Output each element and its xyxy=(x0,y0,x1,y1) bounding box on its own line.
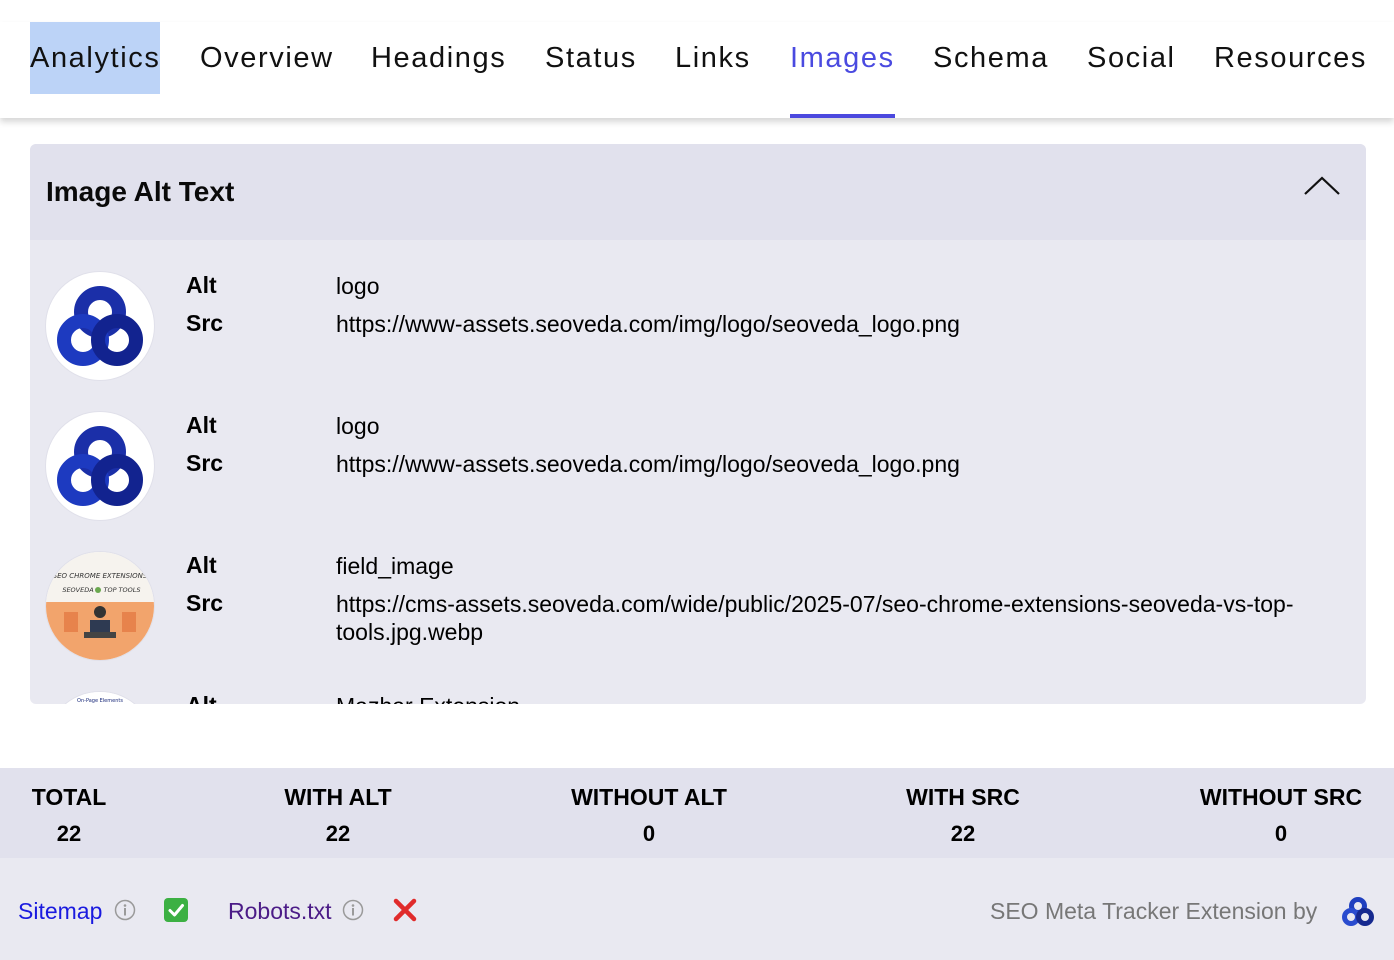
stat-with-alt: WITH ALT 22 xyxy=(281,784,395,847)
stat-value: 0 xyxy=(1274,821,1288,846)
info-icon[interactable] xyxy=(114,899,136,921)
stat-label: WITHOUT SRC xyxy=(1199,784,1363,810)
tab-analytics[interactable]: Analytics xyxy=(30,22,161,94)
stat-value: 0 xyxy=(642,821,656,846)
tab-images[interactable]: Images xyxy=(790,22,895,118)
image-thumbnail: On-Page Elements xyxy=(46,692,154,704)
alt-value: logo xyxy=(336,273,380,299)
sitemap-link[interactable]: Sitemap xyxy=(18,898,102,925)
alt-value: logo xyxy=(336,413,380,439)
stat-label: WITH SRC xyxy=(906,784,1020,810)
stat-value: 22 xyxy=(325,821,351,846)
seoveda-logo-icon xyxy=(57,426,143,506)
image-thumbnail: SEO CHROME EXTENSIONS SEOVEDA TOP TOOLS xyxy=(46,552,154,660)
partial-thumbnail-icon: On-Page Elements xyxy=(46,692,154,704)
stat-total: TOTAL 22 xyxy=(30,784,108,847)
thumb-caption: SEOVEDA xyxy=(62,586,93,594)
panel-title: Image Alt Text xyxy=(46,176,235,207)
stat-label: WITH ALT xyxy=(284,784,392,810)
image-row: Alt logo Src https://www-assets.seoveda.… xyxy=(30,272,1366,412)
robots-txt-link[interactable]: Robots.txt xyxy=(228,898,332,925)
image-thumbnail xyxy=(46,272,154,380)
article-illustration-icon: SEO CHROME EXTENSIONS SEOVEDA TOP TOOLS xyxy=(46,552,154,660)
check-mark-icon xyxy=(164,898,188,922)
info-icon[interactable] xyxy=(342,899,364,921)
alt-value: Mazhar Extension xyxy=(336,692,1346,704)
chevron-up-icon[interactable] xyxy=(1302,174,1342,198)
tab-headings[interactable]: Headings xyxy=(371,22,506,118)
image-row: On-Page Elements Alt Mazhar Extension xyxy=(30,692,1366,704)
seoveda-logo-icon xyxy=(57,286,143,366)
image-row: SEO CHROME EXTENSIONS SEOVEDA TOP TOOLS … xyxy=(30,552,1366,692)
thumb-caption: SEO CHROME EXTENSIONS xyxy=(53,572,148,580)
thumb-caption: On-Page Elements xyxy=(77,698,123,704)
tab-bar: Analytics Overview Headings Status Links… xyxy=(0,22,1394,118)
tab-overview[interactable]: Overview xyxy=(200,22,334,118)
stat-without-alt: WITHOUT ALT 0 xyxy=(567,784,731,847)
src-value[interactable]: https://cms-assets.seoveda.com/wide/publ… xyxy=(336,590,1346,646)
src-value[interactable]: https://www-assets.seoveda.com/img/logo/… xyxy=(336,310,1346,338)
tab-resources[interactable]: Resources xyxy=(1214,22,1367,118)
src-label: Src xyxy=(186,450,224,476)
alt-label: Alt xyxy=(186,552,217,578)
tab-social[interactable]: Social xyxy=(1087,22,1176,118)
stat-label: TOTAL xyxy=(31,784,107,810)
alt-value: field_image xyxy=(336,553,454,579)
panel-header[interactable]: Image Alt Text xyxy=(30,144,1366,240)
extension-credit: SEO Meta Tracker Extension by xyxy=(990,898,1318,924)
alt-label: Alt xyxy=(186,692,217,704)
stat-value: 22 xyxy=(56,821,82,846)
cross-mark-icon xyxy=(393,898,417,922)
image-stats-bar: TOTAL 22 WITH ALT 22 WITHOUT ALT 0 WITH … xyxy=(0,768,1394,858)
alt-label: Alt xyxy=(186,272,217,298)
thumb-caption: TOP TOOLS xyxy=(103,586,140,594)
image-thumbnail xyxy=(46,412,154,520)
tab-schema[interactable]: Schema xyxy=(933,22,1049,118)
src-label: Src xyxy=(186,590,224,616)
src-label: Src xyxy=(186,310,224,336)
stat-label: WITHOUT ALT xyxy=(571,784,727,810)
seoveda-logo-icon[interactable] xyxy=(1340,895,1376,929)
stat-with-src: WITH SRC 22 xyxy=(903,784,1023,847)
tab-status[interactable]: Status xyxy=(545,22,637,118)
stat-without-src: WITHOUT SRC 0 xyxy=(1196,784,1366,847)
stat-value: 22 xyxy=(950,821,976,846)
footer: Sitemap Robots.txt SEO Meta Tracker Exte… xyxy=(0,858,1394,960)
image-row: Alt logo Src https://www-assets.seoveda.… xyxy=(30,412,1366,552)
image-alt-text-panel: Image Alt Text Alt logo Src https://www-… xyxy=(30,144,1366,704)
src-value[interactable]: https://www-assets.seoveda.com/img/logo/… xyxy=(336,450,1346,478)
alt-label: Alt xyxy=(186,412,217,438)
tab-links[interactable]: Links xyxy=(675,22,751,118)
